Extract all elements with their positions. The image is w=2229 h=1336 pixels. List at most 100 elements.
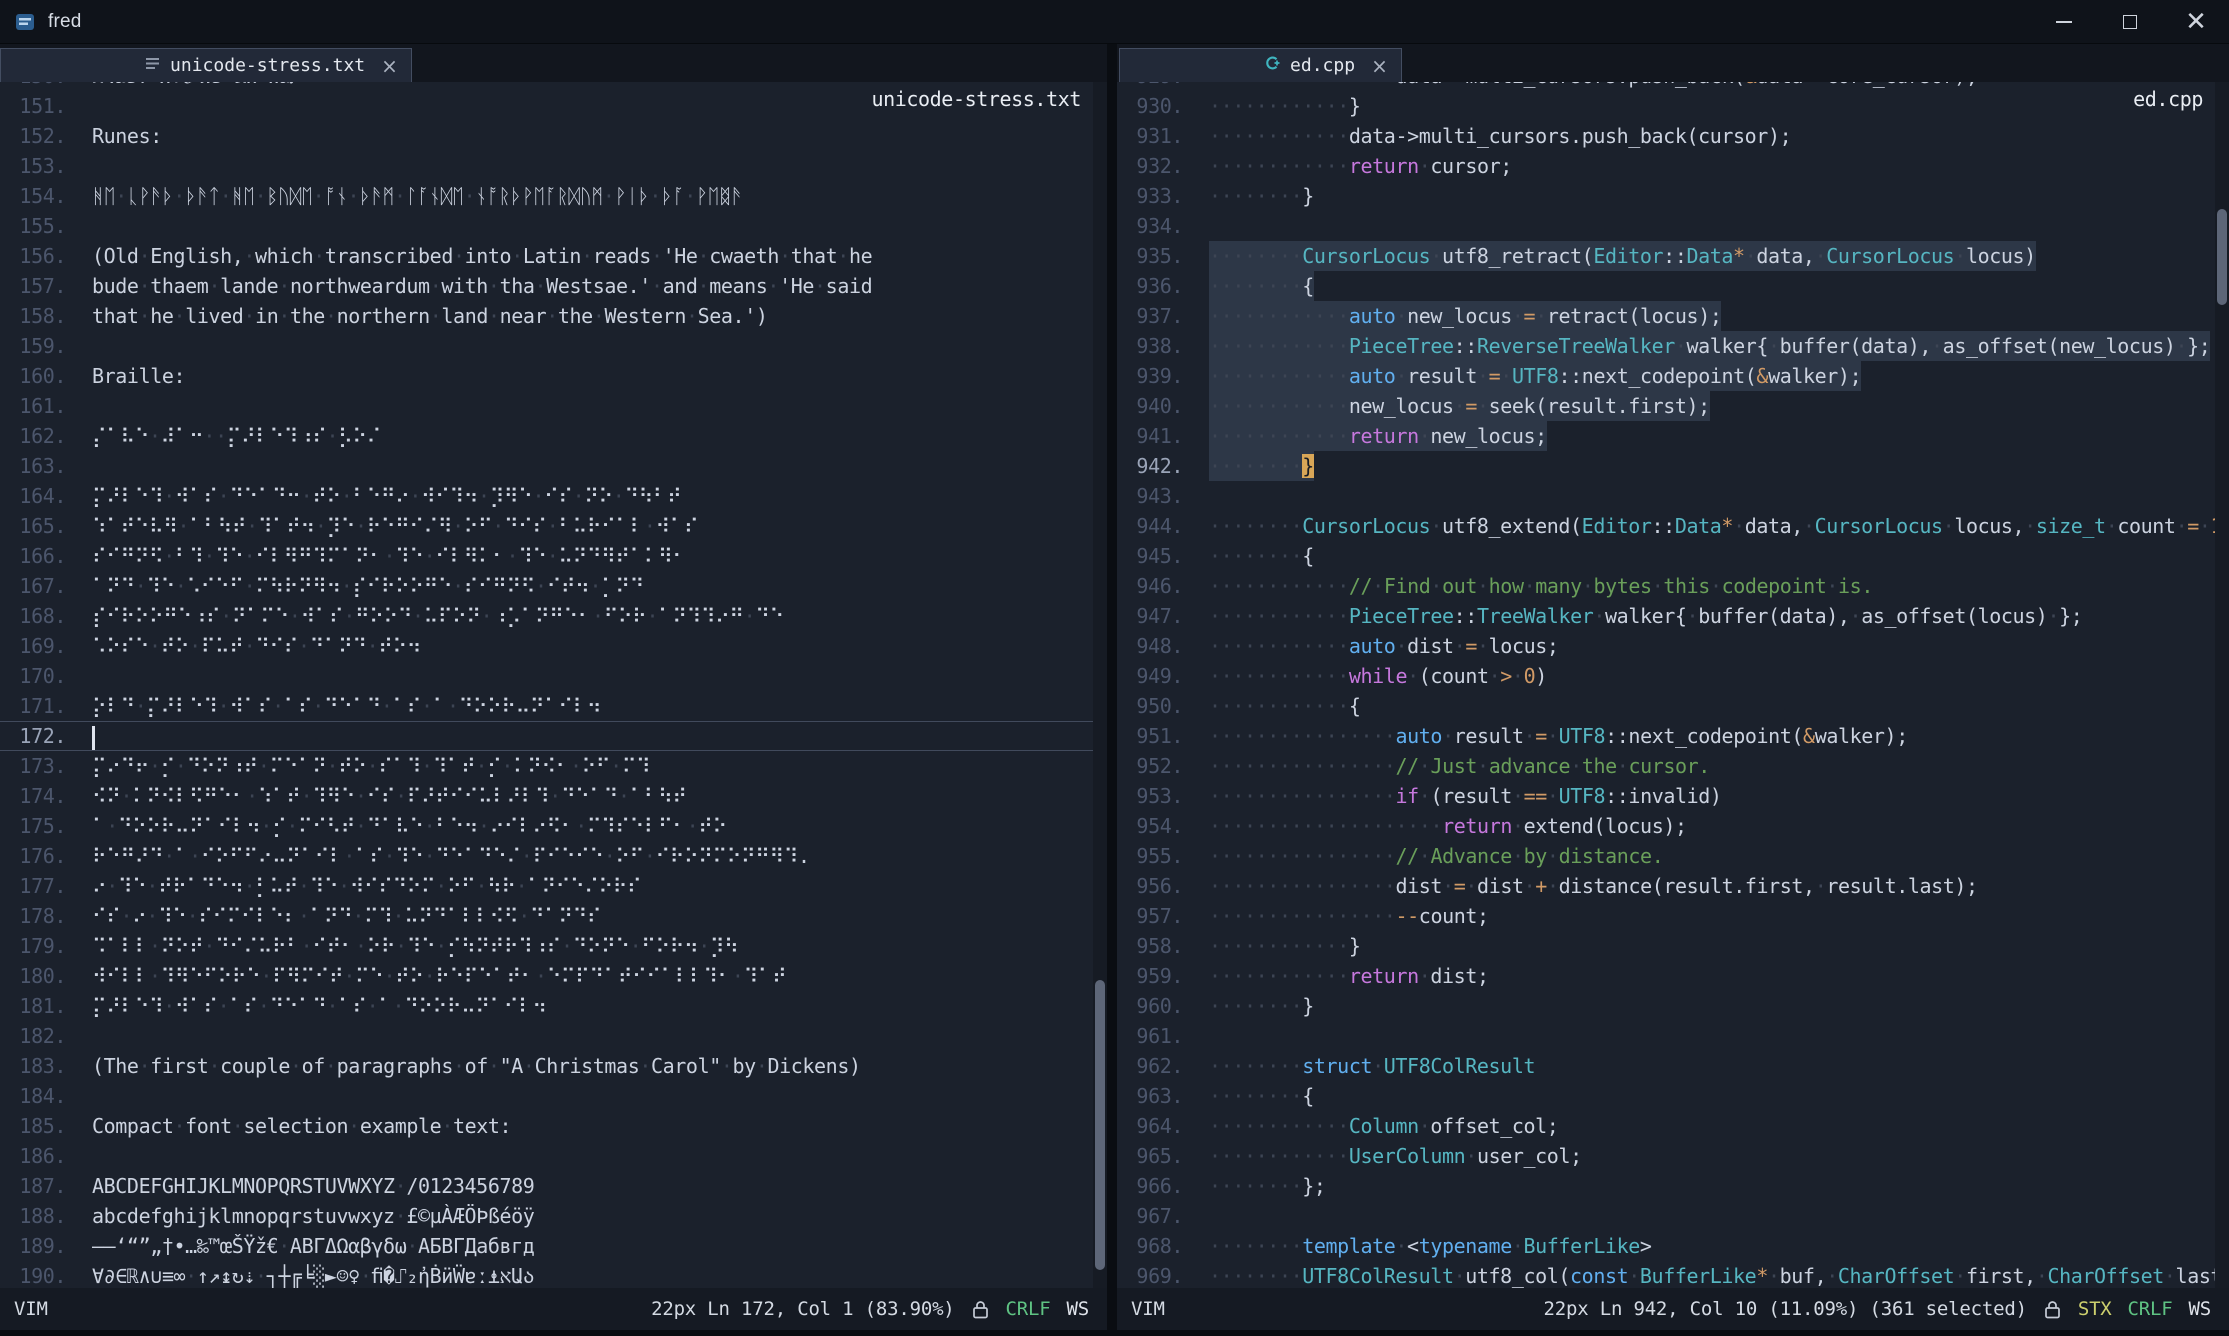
code-line[interactable]: 947.············PieceTree::TreeWalker·wa…: [1117, 601, 2229, 631]
line-text[interactable]: ············{: [1209, 691, 1361, 721]
maximize-button[interactable]: [2097, 0, 2163, 43]
code-line[interactable]: 170.: [0, 661, 1107, 691]
line-text[interactable]: ············while·(count·>·0): [1209, 661, 1547, 691]
line-text[interactable]: ················if·(result·==·UTF8::inva…: [1209, 781, 1722, 811]
code-line[interactable]: 169.⠡⠕⠎⠑·⠞⠕·⠏⠥⠞·⠙⠊⠎·⠙⠁⠝⠙·⠞⠕⠲: [0, 631, 1107, 661]
code-line[interactable]: 955.················//·Advance·by·distan…: [1117, 841, 2229, 871]
line-text[interactable]: ∀∂∈ℝ∧∪≡∞·↑↗↨↻⇣·┐┼╔╘░►☺♀·ﬁ�⑀₂ἠḂӥẄɐː⍎אԱა: [92, 1261, 534, 1288]
code-line[interactable]: 165.⠱⠁⠞⠑⠧⠻·⠁⠃⠳⠞·⠹⠁⠞⠲·⡹⠑·⠗⠑⠛⠊⠌⠻·⠕⠋·⠙⠊⠎·⠃⠥…: [0, 511, 1107, 541]
code-line[interactable]: 186.: [0, 1141, 1107, 1171]
code-line[interactable]: 156.(Old·English,·which·transcribed·into…: [0, 241, 1107, 271]
line-text[interactable]: ········template·<typename·BufferLike>: [1209, 1231, 1652, 1261]
code-line[interactable]: 949.············while·(count·>·0): [1117, 661, 2229, 691]
line-text[interactable]: ············}: [1209, 91, 1361, 121]
line-text[interactable]: ············auto·result·=·UTF8::next_cod…: [1209, 361, 1861, 391]
code-line[interactable]: 167.⠁⠝⠙·⠹⠑·⠡⠊⠑⠋·⠍⠳⠗⠝⠻⠲·⡎⠊⠗⠕⠕⠛⠑·⠎⠊⠛⠝⠫·⠊⠞⠲…: [0, 571, 1107, 601]
line-text[interactable]: ⠗⠑⠛⠜⠙·⠁·⠊⠕⠋⠋⠔⠤⠝⠁⠊⠇·⠁⠎·⠹⠑·⠙⠑⠁⠙⠑⠌·⠏⠊⠑⠊⠑·⠕⠋…: [92, 841, 810, 871]
line-text[interactable]: ⡎⠊⠗⠕⠕⠛⠑⠰⠎·⠝⠁⠍⠑·⠺⠁⠎·⠛⠕⠕⠙·⠥⠏⠕⠝·⠰⡡⠁⠝⠛⠑⠂·⠋⠕⠗…: [92, 601, 784, 631]
line-text[interactable]: ⠎⠊⠛⠝⠫·⠃⠹·⠹⠑·⠊⠇⠻⠛⠹⠍⠁⠝⠂·⠹⠑·⠊⠇⠻⠅⠂·⠹⠑·⠥⠝⠙⠻⠞⠁…: [92, 541, 687, 571]
line-text[interactable]: bude·thaem·lande·northweardum·with·tha·W…: [92, 271, 872, 301]
code-line[interactable]: 164.⡍⠜⠇⠑⠹·⠺⠁⠎·⠙⠑⠁⠙⠒·⠞⠕·⠃⠑⠛⠔·⠺⠊⠹⠲·⡹⠻⠑·⠊⠎·…: [0, 481, 1107, 511]
line-text[interactable]: ············auto·new_locus·=·retract(loc…: [1209, 301, 1721, 331]
line-text[interactable]: (Old·English,·which·transcribed·into·Lat…: [92, 241, 872, 271]
line-text[interactable]: ············Column·offset_col;: [1209, 1111, 1558, 1141]
code-line[interactable]: 166.⠎⠊⠛⠝⠫·⠃⠹·⠹⠑·⠊⠇⠻⠛⠹⠍⠁⠝⠂·⠹⠑·⠊⠇⠻⠅⠂·⠹⠑·⠥⠝…: [0, 541, 1107, 571]
line-text[interactable]: ⠡⠕⠎⠑·⠞⠕·⠏⠥⠞·⠙⠊⠎·⠙⠁⠝⠙·⠞⠕⠲: [92, 631, 421, 661]
line-text[interactable]: ⡍⠜⠇⠑⠹·⠺⠁⠎·⠁⠎·⠙⠑⠁⠙·⠁⠎·⠁·⠙⠕⠕⠗⠤⠝⠁⠊⠇⠲: [92, 991, 547, 1021]
code-line[interactable]: 183.(The·first·couple·of·paragraphs·of·"…: [0, 1051, 1107, 1081]
code-line[interactable]: 189.–—‘“”„†•…‰™œŠŸž€·ΑΒΓΔΩαβγδω·АБВГДабв…: [0, 1231, 1107, 1261]
line-text[interactable]: ⠺⠊⠇⠇·⠹⠻⠑⠋⠕⠗⠑·⠏⠻⠍⠊⠞·⠍⠑·⠞⠕·⠗⠑⠏⠑⠁⠞⠂·⠑⠍⠏⠙⠁⠞⠊…: [92, 961, 786, 991]
code-line[interactable]: 939.············auto·result·=·UTF8::next…: [1117, 361, 2229, 391]
code-line[interactable]: 188.abcdefghijklmnopqrstuvwxyz·£©µÀÆÖÞßé…: [0, 1201, 1107, 1231]
scrollbar-right[interactable]: [2215, 82, 2229, 1288]
code-line[interactable]: 172.: [0, 721, 1107, 751]
line-text[interactable]: ············auto·dist·=·locus;: [1209, 631, 1559, 661]
tab-unicode-stress[interactable]: unicode-stress.txt ×: [0, 48, 412, 82]
line-text[interactable]: –—‘“”„†•…‰™œŠŸž€·ΑΒΓΔΩαβγδω·АБВГДабвгд: [92, 1231, 534, 1261]
code-line[interactable]: 935.········CursorLocus·utf8_retract(Edi…: [1117, 241, 2229, 271]
line-text[interactable]: ············new_locus·=·seek(result.firs…: [1209, 391, 1710, 421]
scrollbar-left[interactable]: [1093, 82, 1107, 1288]
code-line[interactable]: 956.················dist·=·dist·+·distan…: [1117, 871, 2229, 901]
line-text[interactable]: ················dist·=·dist·+·distance(r…: [1209, 871, 1978, 901]
code-line[interactable]: 933.········}: [1117, 181, 2229, 211]
code-line[interactable]: 938.············PieceTree::ReverseTreeWa…: [1117, 331, 2229, 361]
code-line[interactable]: 953.················if·(result·==·UTF8::…: [1117, 781, 2229, 811]
code-line[interactable]: 159.: [0, 331, 1107, 361]
code-line[interactable]: 948.············auto·dist·=·locus;: [1117, 631, 2229, 661]
line-text[interactable]: ············UserColumn·user_col;: [1209, 1141, 1582, 1171]
code-line[interactable]: 942.········}: [1117, 451, 2229, 481]
line-text[interactable]: ⡍⠔⠙⠖·⡊·⠙⠕⠝⠰⠞·⠍⠑⠁⠝·⠞⠕·⠎⠁⠹·⠹⠁⠞·⡊·⠅⠝⠪⠂·⠕⠋·⠍…: [92, 751, 650, 781]
code-line[interactable]: 958.············}: [1117, 931, 2229, 961]
line-text[interactable]: ⡌⠁⠧⠑·⠼⠁⠒··⡍⠜⠇⠑⠹⠰⠎·⡣⠕⠌: [92, 421, 381, 451]
line-text[interactable]: ············}: [1209, 931, 1361, 961]
code-line[interactable]: 157.bude·thaem·lande·northweardum·with·t…: [0, 271, 1107, 301]
code-line[interactable]: 959.············return·dist;: [1117, 961, 2229, 991]
code-line[interactable]: 152.Runes:: [0, 121, 1107, 151]
line-text[interactable]: ABCDEFGHIJKLMNOPQRSTUVWXYZ·/0123456789: [92, 1171, 534, 1201]
code-line[interactable]: 155.: [0, 211, 1107, 241]
code-line[interactable]: 966.········};: [1117, 1171, 2229, 1201]
code-line[interactable]: 964.············Column·offset_col;: [1117, 1111, 2229, 1141]
code-line[interactable]: 952.················//·Just·advance·the·…: [1117, 751, 2229, 781]
code-line[interactable]: 174.⠪⠝·⠅⠝⠪⠇⠫⠛⠑⠂·⠱⠁⠞·⠹⠻⠑·⠊⠎·⠏⠜⠞⠊⠊⠥⠇⠜⠇⠹·⠙⠑…: [0, 781, 1107, 811]
line-text[interactable]: እግርህን·በፍራሽህ·ልክ·ዘርጋ።: [92, 82, 311, 91]
line-text[interactable]: Runes:: [92, 121, 162, 151]
line-text[interactable]: ········}: [1209, 991, 1314, 1021]
line-text[interactable]: ᚻᛖ·ᚳᚹᚫᚦ·ᚦᚫᛏ·ᚻᛖ·ᛒᚢᛞᛖ·ᚩᚾ·ᚦᚫᛗ·ᛚᚪᚾᛞᛖ·ᚾᚩᚱᚦᚹᛖᚪ…: [92, 181, 742, 211]
code-line[interactable]: 178.⠊⠎·⠔·⠹⠑·⠎⠊⠍⠊⠇⠑⠆·⠁⠝⠙·⠍⠹·⠥⠝⠙⠁⠇⠇⠪⠫·⠙⠁⠝⠙…: [0, 901, 1107, 931]
line-text[interactable]: ················--count;: [1209, 901, 1489, 931]
code-line[interactable]: 954.····················return·extend(lo…: [1117, 811, 2229, 841]
code-line[interactable]: 930.············}: [1117, 91, 2229, 121]
scrollbar-thumb[interactable]: [2217, 209, 2227, 305]
tab-close-icon[interactable]: ×: [1371, 54, 1388, 78]
line-text[interactable]: ············//·Find·out·how·many·bytes·t…: [1209, 571, 1873, 601]
line-text[interactable]: ········CursorLocus·utf8_retract(Editor:…: [1209, 241, 2036, 271]
editor-left[interactable]: 150.እግርህን·በፍራሽህ·ልክ·ዘርጋ።151.152.Runes:153…: [0, 82, 1107, 1288]
code-line[interactable]: 168.⡎⠊⠗⠕⠕⠛⠑⠰⠎·⠝⠁⠍⠑·⠺⠁⠎·⠛⠕⠕⠙·⠥⠏⠕⠝·⠰⡡⠁⠝⠛⠑⠂…: [0, 601, 1107, 631]
code-line[interactable]: 180.⠺⠊⠇⠇·⠹⠻⠑⠋⠕⠗⠑·⠏⠻⠍⠊⠞·⠍⠑·⠞⠕·⠗⠑⠏⠑⠁⠞⠂·⠑⠍⠏…: [0, 961, 1107, 991]
pane-divider[interactable]: [1107, 44, 1117, 1330]
line-text[interactable]: ············return·dist;: [1209, 961, 1489, 991]
line-text[interactable]: ········UTF8ColResult·utf8_col(const·Buf…: [1209, 1261, 2229, 1288]
code-line[interactable]: 175.⠁·⠙⠕⠕⠗⠤⠝⠁⠊⠇⠲·⡊·⠍⠊⠣⠞·⠙⠁⠧⠑·⠃⠑⠲·⠔⠊⠇⠔⠫⠂·…: [0, 811, 1107, 841]
line-text[interactable]: ········{: [1209, 541, 1314, 571]
line-text[interactable]: ⠩⠁⠇⠇·⠝⠕⠞·⠙⠊⠌⠥⠗⠃·⠊⠞⠂·⠕⠗·⠹⠑·⡊⠳⠝⠞⠗⠹⠰⠎·⠙⠕⠝⠑·…: [92, 931, 738, 961]
code-line[interactable]: 936.········{: [1117, 271, 2229, 301]
line-text[interactable]: ········{: [1209, 1081, 1314, 1111]
line-text[interactable]: ············PieceTree::ReverseTreeWalker…: [1209, 331, 2210, 361]
code-line[interactable]: 154.ᚻᛖ·ᚳᚹᚫᚦ·ᚦᚫᛏ·ᚻᛖ·ᛒᚢᛞᛖ·ᚩᚾ·ᚦᚫᛗ·ᛚᚪᚾᛞᛖ·ᚾᚩᚱ…: [0, 181, 1107, 211]
code-line[interactable]: 163.: [0, 451, 1107, 481]
code-line[interactable]: 931.············data->multi_cursors.push…: [1117, 121, 2229, 151]
line-text[interactable]: ⠁·⠙⠕⠕⠗⠤⠝⠁⠊⠇⠲·⡊·⠍⠊⠣⠞·⠙⠁⠧⠑·⠃⠑⠲·⠔⠊⠇⠔⠫⠂·⠍⠹⠎⠑…: [92, 811, 727, 841]
line-text[interactable]: Compact·font·selection·example·text:: [92, 1111, 511, 1141]
code-line[interactable]: 950.············{: [1117, 691, 2229, 721]
code-line[interactable]: 185.Compact·font·selection·example·text:: [0, 1111, 1107, 1141]
code-line[interactable]: 181.⡍⠜⠇⠑⠹·⠺⠁⠎·⠁⠎·⠙⠑⠁⠙·⠁⠎·⠁·⠙⠕⠕⠗⠤⠝⠁⠊⠇⠲: [0, 991, 1107, 1021]
line-text[interactable]: ············PieceTree::TreeWalker·walker…: [1209, 601, 2082, 631]
code-line[interactable]: 951.················auto·result·=·UTF8::…: [1117, 721, 2229, 751]
code-line[interactable]: 963.········{: [1117, 1081, 2229, 1111]
code-line[interactable]: 160.Braille:: [0, 361, 1107, 391]
line-text[interactable]: ········{: [1209, 271, 1314, 301]
